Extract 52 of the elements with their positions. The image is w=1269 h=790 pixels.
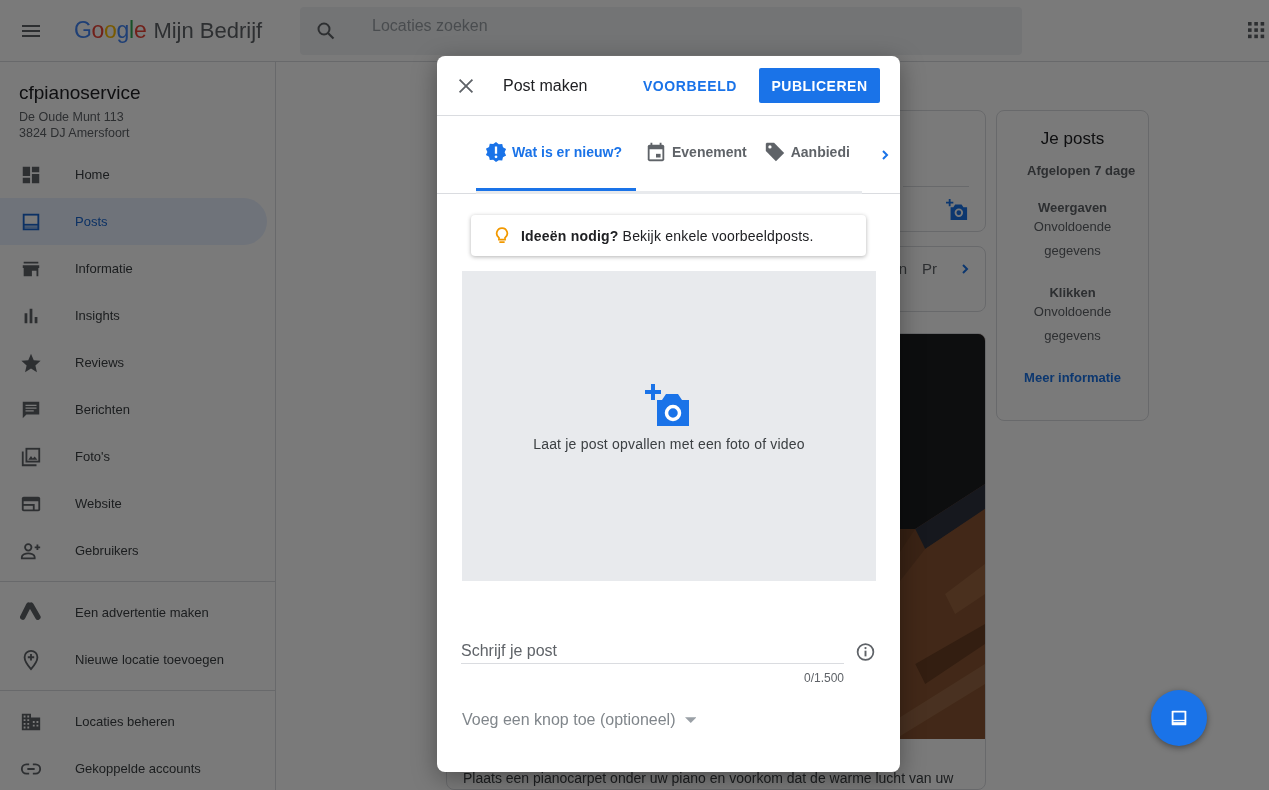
metric-value: Onvoldoende gegevens bbox=[1032, 303, 1113, 345]
post-type-tab[interactable]: Aanbiedi bbox=[754, 115, 858, 191]
stats-period: Afgelopen 7 dage bbox=[1027, 163, 1136, 178]
button-type-dropdown[interactable]: Voeg een knop toe (optioneel) bbox=[462, 711, 696, 729]
product-name: Mijn Bedrijf bbox=[153, 18, 263, 44]
sidebar-item[interactable]: Gekoppelde accounts bbox=[0, 745, 267, 790]
business-address: 3824 DJ Amersfoort bbox=[19, 125, 131, 141]
alert-badge-icon bbox=[485, 140, 507, 163]
tag-icon bbox=[763, 140, 786, 163]
dialog-title: Post maken bbox=[503, 76, 588, 95]
new-post-button[interactable] bbox=[1151, 690, 1207, 746]
character-counter: 0/1.500 bbox=[803, 671, 844, 685]
post-type-tab[interactable]: n bbox=[898, 260, 907, 278]
stats-title: Je posts bbox=[1040, 129, 1105, 149]
metric-label: Klikken bbox=[1049, 285, 1096, 300]
more-info-link[interactable]: Meer informatie bbox=[1024, 370, 1121, 385]
info-icon[interactable] bbox=[855, 640, 876, 664]
apps-icon[interactable] bbox=[1248, 21, 1266, 40]
media-dropzone[interactable]: Laat je post opvallen met een foto of video bbox=[462, 271, 876, 581]
sidebar-item[interactable]: Foto's bbox=[0, 433, 267, 480]
sidebar-item[interactable]: Nieuwe locatie toevoegen bbox=[0, 636, 267, 683]
sidebar-item[interactable]: Gebruikers bbox=[0, 527, 267, 574]
publish-button[interactable]: PUBLICEREN bbox=[759, 68, 880, 103]
caret-icon bbox=[684, 717, 696, 723]
metric-value: Onvoldoende gegevens bbox=[1032, 218, 1113, 260]
sidebar-item[interactable]: Insights bbox=[0, 292, 267, 339]
media-prompt: Laat je post opvallen met een foto of video bbox=[533, 436, 805, 452]
ideas-text: Ideeën nodig? Bekijk enkele voorbeeldposts. bbox=[521, 227, 814, 244]
business-name: cfpianoservice bbox=[19, 82, 142, 104]
lightbulb-icon bbox=[495, 225, 509, 246]
sidebar-item[interactable]: Home bbox=[0, 151, 267, 198]
google-logo: Google bbox=[74, 17, 147, 44]
sidebar-item[interactable]: Posts bbox=[0, 198, 267, 245]
calendar-icon bbox=[645, 140, 667, 163]
chevron-right-icon[interactable] bbox=[959, 261, 971, 276]
chevron-right-icon[interactable] bbox=[879, 147, 891, 162]
post-type-tab[interactable]: Wat is er nieuw? bbox=[476, 115, 636, 191]
post-type-tab[interactable]: Pr bbox=[922, 260, 937, 278]
preview-button[interactable]: VOORBEELD bbox=[638, 69, 741, 102]
sidebar-item[interactable]: Berichten bbox=[0, 386, 267, 433]
sidebar-item[interactable]: Een advertentie maken bbox=[0, 589, 267, 636]
metric-label: Weergaven bbox=[1037, 200, 1108, 215]
sidebar-item[interactable]: Informatie bbox=[0, 245, 267, 292]
post-text: Plaats een pianocarpet onder uw piano en voorkom dat de warme lucht van uw bbox=[463, 769, 955, 787]
post-type-tab[interactable]: Evenement bbox=[636, 115, 755, 191]
ideas-banner[interactable]: Ideeën nodig? Bekijk enkele voorbeeldposts. bbox=[471, 215, 866, 256]
sidebar-item[interactable]: Website bbox=[0, 480, 267, 527]
sidebar-item[interactable]: Locaties beheren bbox=[0, 698, 267, 745]
sidebar-item[interactable]: Reviews bbox=[0, 339, 267, 386]
business-address: De Oude Munt 113 bbox=[19, 109, 125, 125]
add-photo-icon[interactable] bbox=[945, 199, 969, 222]
photos-icon bbox=[20, 445, 42, 468]
